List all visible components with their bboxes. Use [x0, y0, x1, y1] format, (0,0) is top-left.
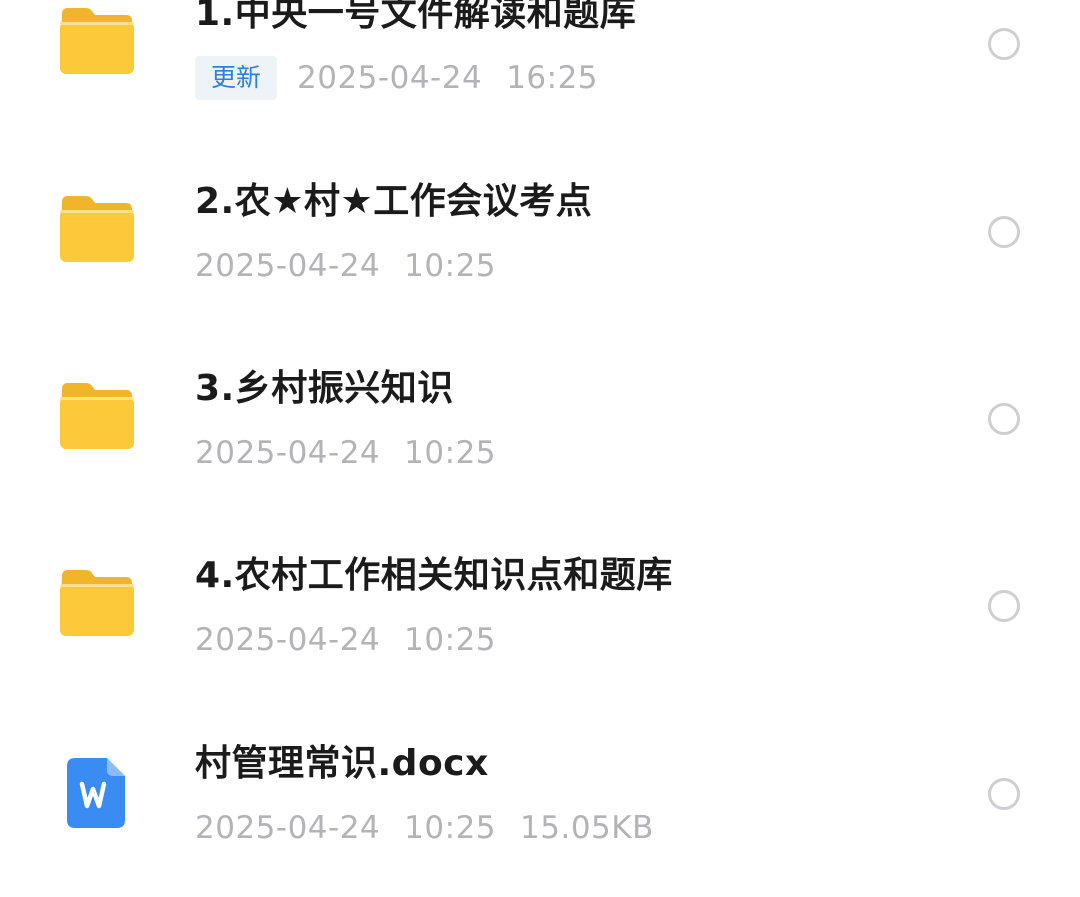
folder-icon: [56, 4, 136, 78]
file-name: 村管理常识.docx: [195, 743, 489, 784]
file-time: 10:25: [404, 810, 497, 846]
file-name: 1.中央一号文件解读和题库: [195, 0, 637, 34]
update-badge: 更新: [195, 56, 278, 100]
file-date: 2025-04-24: [195, 248, 381, 284]
file-size: 15.05KB: [520, 810, 654, 846]
file-row[interactable]: 3.乡村振兴知识 2025-04-24 10:25: [0, 341, 1080, 491]
file-name: 4.农村工作相关知识点和题库: [195, 555, 673, 596]
file-meta: 2025-04-24 10:25: [195, 618, 496, 662]
file-row[interactable]: 村管理常识.docx 2025-04-24 10:25 15.05KB: [0, 716, 1080, 866]
file-meta: 2025-04-24 10:25: [195, 431, 496, 475]
select-radio[interactable]: [988, 216, 1020, 248]
file-time: 10:25: [404, 248, 497, 284]
select-radio[interactable]: [988, 590, 1020, 622]
file-row[interactable]: 1.中央一号文件解读和题库 更新 2025-04-24 16:25: [0, 0, 1080, 116]
file-meta: 更新 2025-04-24 16:25: [195, 56, 598, 100]
select-radio[interactable]: [988, 403, 1020, 435]
file-meta: 2025-04-24 10:25 15.05KB: [195, 806, 654, 850]
file-date: 2025-04-24: [195, 435, 381, 471]
select-radio[interactable]: [988, 778, 1020, 810]
file-date: 2025-04-24: [195, 622, 381, 658]
file-time: 16:25: [506, 60, 599, 96]
file-date: 2025-04-24: [297, 60, 483, 96]
select-radio[interactable]: [988, 28, 1020, 60]
file-meta: 2025-04-24 10:25: [195, 244, 496, 288]
word-doc-icon: [65, 756, 127, 830]
file-name: 3.乡村振兴知识: [195, 368, 454, 409]
file-row[interactable]: 2.农★村★工作会议考点 2025-04-24 10:25: [0, 154, 1080, 304]
file-time: 10:25: [404, 622, 497, 658]
file-date: 2025-04-24: [195, 810, 381, 846]
folder-icon: [56, 566, 136, 640]
file-row[interactable]: 4.农村工作相关知识点和题库 2025-04-24 10:25: [0, 528, 1080, 678]
file-name: 2.农★村★工作会议考点: [195, 181, 593, 222]
file-time: 10:25: [404, 435, 497, 471]
folder-icon: [56, 192, 136, 266]
file-list: 1.中央一号文件解读和题库 更新 2025-04-24 16:25 2.农★村★…: [0, 0, 1080, 897]
folder-icon: [56, 379, 136, 453]
